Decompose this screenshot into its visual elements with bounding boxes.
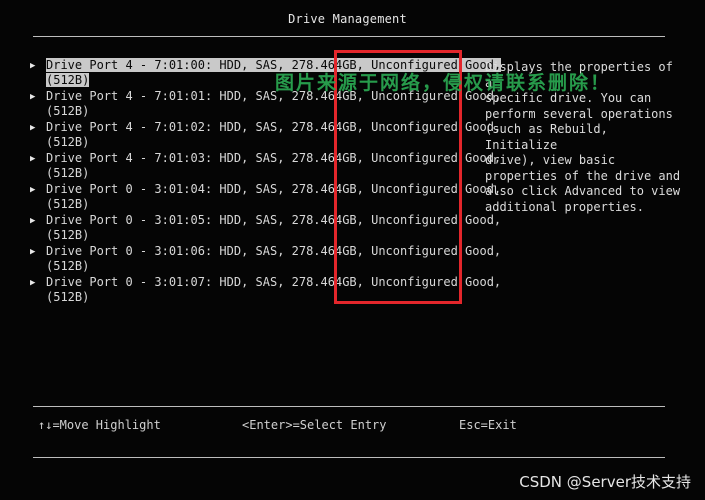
drive-sector-size: (512B) xyxy=(46,290,90,304)
drive-sector-size: (512B) xyxy=(46,104,90,118)
triangle-right-icon: ▶ xyxy=(30,154,36,164)
move-highlight-hint: ↑↓=Move Highlight xyxy=(38,418,161,432)
footer-divider-top xyxy=(33,406,665,407)
drive-sector-size: (512B) xyxy=(46,135,90,149)
triangle-right-icon: ▶ xyxy=(30,185,36,195)
triangle-right-icon: ▶ xyxy=(30,92,36,102)
drive-sector-size: (512B) xyxy=(46,166,90,180)
credit-label: CSDN @Server技术支持 xyxy=(519,473,691,491)
drive-sector-size: (512B) xyxy=(46,228,90,242)
triangle-right-icon: ▶ xyxy=(30,278,36,288)
footer-hints: ↑↓=Move Highlight <Enter>=Select Entry E… xyxy=(38,418,638,434)
watermark: 图片来源于网络，侵权请联系删除！ xyxy=(275,72,612,94)
triangle-right-icon: ▶ xyxy=(30,247,36,257)
page-title: Drive Management xyxy=(288,12,407,26)
triangle-right-icon: ▶ xyxy=(30,61,36,71)
exit-hint: Esc=Exit xyxy=(459,418,517,432)
triangle-right-icon: ▶ xyxy=(30,216,36,226)
footer-divider-bottom xyxy=(33,457,665,458)
select-entry-hint: <Enter>=Select Entry xyxy=(242,418,387,432)
bios-screen: Drive Management ▶ Drive Port 4 - 7:01:00… xyxy=(0,0,705,500)
drive-sector-size: (512B) xyxy=(46,73,90,87)
drive-sector-size: (512B) xyxy=(46,197,90,211)
triangle-right-icon: ▶ xyxy=(30,123,36,133)
header-divider xyxy=(33,36,665,37)
drive-sector-size: (512B) xyxy=(46,259,90,273)
